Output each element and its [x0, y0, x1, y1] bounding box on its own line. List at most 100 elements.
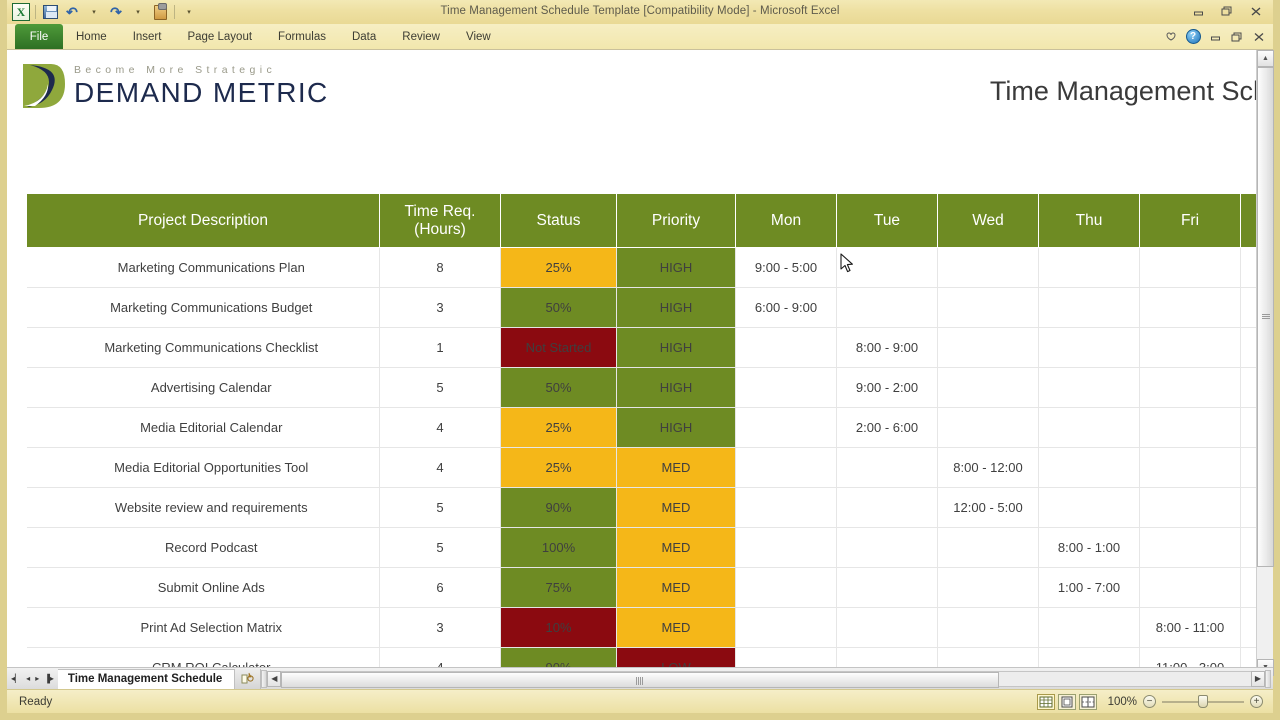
cell-priority[interactable]: MED	[616, 567, 736, 608]
cell-fri[interactable]	[1139, 407, 1241, 448]
worksheet-canvas[interactable]: Become More Strategic DEMAND METRIC Time…	[7, 50, 1273, 676]
cell-status[interactable]: 10%	[500, 607, 617, 648]
cell-priority[interactable]: HIGH	[616, 367, 736, 408]
cell-tue[interactable]	[836, 527, 938, 568]
col-status[interactable]: Status	[500, 193, 617, 248]
cell-mon[interactable]	[735, 327, 837, 368]
cell-wed[interactable]	[937, 247, 1039, 288]
cell-description[interactable]: Media Editorial Calendar	[26, 407, 380, 448]
cell-fri[interactable]	[1139, 327, 1241, 368]
close-button[interactable]	[1243, 2, 1269, 20]
cell-fri[interactable]	[1139, 287, 1241, 328]
view-page-layout-button[interactable]	[1058, 693, 1076, 710]
cell-description[interactable]: Advertising Calendar	[26, 367, 380, 408]
table-row[interactable]: Print Ad Selection Matrix 3 10% MED 8:00 - 1…	[26, 607, 1273, 648]
cell-description[interactable]: Marketing Communications Plan	[26, 247, 380, 288]
cell-mon[interactable]	[735, 527, 837, 568]
col-fri[interactable]: Fri	[1139, 193, 1241, 248]
table-row[interactable]: Marketing Communications Checklist 1 Not S…	[26, 327, 1273, 368]
cell-hours[interactable]: 5	[379, 527, 501, 568]
cell-tue[interactable]: 2:00 - 6:00	[836, 407, 938, 448]
cell-tue[interactable]	[836, 287, 938, 328]
view-page-break-button[interactable]	[1079, 693, 1097, 710]
cell-fri[interactable]	[1139, 447, 1241, 488]
vertical-scrollbar[interactable]: ▲ ▼	[1256, 50, 1274, 676]
cell-wed[interactable]: 8:00 - 12:00	[937, 447, 1039, 488]
cell-tue[interactable]	[836, 247, 938, 288]
close-workbook-button[interactable]	[1250, 28, 1268, 46]
horizontal-scroll-thumb[interactable]	[281, 671, 999, 688]
cell-status[interactable]: 25%	[500, 247, 617, 288]
scroll-up-button[interactable]: ▲	[1257, 50, 1274, 67]
cell-hours[interactable]: 1	[379, 327, 501, 368]
horizontal-scrollbar[interactable]	[281, 670, 1251, 688]
cell-tue[interactable]	[836, 487, 938, 528]
table-row[interactable]: Website review and requirements 5 90% MED 12…	[26, 487, 1273, 528]
zoom-slider-thumb[interactable]	[1198, 695, 1208, 708]
zoom-slider[interactable]	[1162, 695, 1244, 708]
zoom-level-label[interactable]: 100%	[1103, 696, 1137, 708]
tab-data[interactable]: Data	[339, 24, 389, 49]
cell-mon[interactable]	[735, 567, 837, 608]
cell-wed[interactable]	[937, 527, 1039, 568]
zoom-out-button[interactable]: −	[1143, 695, 1156, 708]
cell-status[interactable]: 75%	[500, 567, 617, 608]
col-time-required[interactable]: Time Req. (Hours)	[379, 193, 501, 248]
cell-description[interactable]: Record Podcast	[26, 527, 380, 568]
prev-sheet-button[interactable]: ◂	[26, 674, 30, 683]
cell-hours[interactable]: 3	[379, 607, 501, 648]
cell-fri[interactable]	[1139, 247, 1241, 288]
cell-fri[interactable]: 8:00 - 11:00	[1139, 607, 1241, 648]
cell-status[interactable]: 100%	[500, 527, 617, 568]
cell-priority[interactable]: HIGH	[616, 407, 736, 448]
expand-ribbon-icon[interactable]	[1162, 28, 1180, 46]
cell-hours[interactable]: 5	[379, 367, 501, 408]
col-priority[interactable]: Priority	[616, 193, 736, 248]
cell-status[interactable]: 25%	[500, 447, 617, 488]
cell-thu[interactable]	[1038, 327, 1140, 368]
cell-status[interactable]: 25%	[500, 407, 617, 448]
view-normal-button[interactable]	[1037, 693, 1055, 710]
cell-thu[interactable]: 8:00 - 1:00	[1038, 527, 1140, 568]
cell-fri[interactable]	[1139, 527, 1241, 568]
tab-formulas[interactable]: Formulas	[265, 24, 339, 49]
cell-priority[interactable]: HIGH	[616, 247, 736, 288]
cell-thu[interactable]	[1038, 407, 1140, 448]
tab-insert[interactable]: Insert	[120, 24, 175, 49]
cell-priority[interactable]: HIGH	[616, 327, 736, 368]
cell-mon[interactable]	[735, 607, 837, 648]
cell-priority[interactable]: HIGH	[616, 287, 736, 328]
cell-wed[interactable]	[937, 607, 1039, 648]
cell-wed[interactable]	[937, 367, 1039, 408]
cell-status[interactable]: 50%	[500, 367, 617, 408]
tab-page-layout[interactable]: Page Layout	[174, 24, 265, 49]
table-row[interactable]: Marketing Communications Plan 8 25% HIGH 9:0…	[26, 247, 1273, 288]
cell-mon[interactable]: 9:00 - 5:00	[735, 247, 837, 288]
cell-status[interactable]: 50%	[500, 287, 617, 328]
col-wed[interactable]: Wed	[937, 193, 1039, 248]
cell-thu[interactable]	[1038, 367, 1140, 408]
table-row[interactable]: Media Editorial Opportunities Tool 4 25% ME…	[26, 447, 1273, 488]
table-row[interactable]: Marketing Communications Budget 3 50% HIGH 6…	[26, 287, 1273, 328]
cell-tue[interactable]: 9:00 - 2:00	[836, 367, 938, 408]
cell-thu[interactable]: 1:00 - 7:00	[1038, 567, 1140, 608]
cell-description[interactable]: Print Ad Selection Matrix	[26, 607, 380, 648]
cell-description[interactable]: Marketing Communications Budget	[26, 287, 380, 328]
hscroll-split-handle[interactable]	[1265, 669, 1271, 688]
table-row[interactable]: Media Editorial Calendar 4 25% HIGH 2:00 - 6…	[26, 407, 1273, 448]
minimize-workbook-button[interactable]	[1206, 28, 1224, 46]
cell-tue[interactable]	[836, 567, 938, 608]
cell-wed[interactable]: 12:00 - 5:00	[937, 487, 1039, 528]
col-thu[interactable]: Thu	[1038, 193, 1140, 248]
cell-wed[interactable]	[937, 567, 1039, 608]
table-row[interactable]: Advertising Calendar 5 50% HIGH 9:00 - 2:00	[26, 367, 1273, 408]
cell-hours[interactable]: 4	[379, 407, 501, 448]
next-sheet-button[interactable]: ▸	[35, 674, 39, 683]
cell-thu[interactable]	[1038, 247, 1140, 288]
last-sheet-button[interactable]: ▐▸	[44, 674, 54, 683]
sheet-tab-time-management-schedule[interactable]: Time Management Schedule	[57, 668, 236, 689]
tab-home[interactable]: Home	[63, 24, 120, 49]
cell-description[interactable]: Submit Online Ads	[26, 567, 380, 608]
cell-mon[interactable]	[735, 487, 837, 528]
zoom-in-button[interactable]: +	[1250, 695, 1263, 708]
